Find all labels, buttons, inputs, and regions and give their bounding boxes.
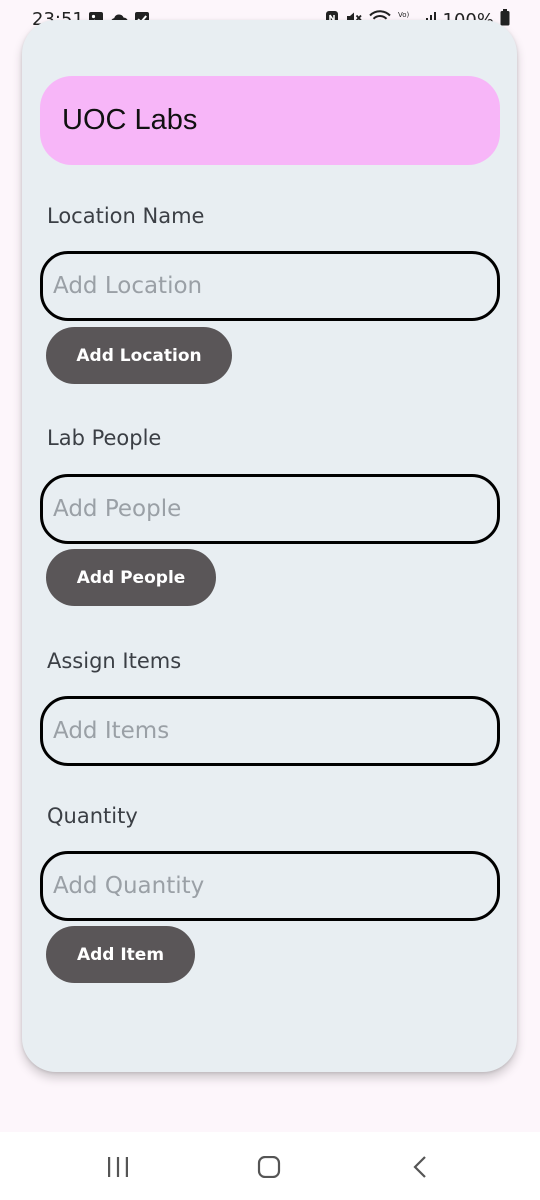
home-icon[interactable] <box>257 1155 281 1182</box>
add-people-button[interactable]: Add People <box>46 549 216 606</box>
navigation-bar <box>0 1132 540 1200</box>
quantity-label: Quantity <box>47 804 138 828</box>
add-item-button[interactable]: Add Item <box>46 926 195 983</box>
header-banner: UOC Labs <box>40 76 500 165</box>
recent-apps-icon[interactable] <box>106 1156 130 1182</box>
location-name-label: Location Name <box>47 204 205 228</box>
back-icon[interactable] <box>410 1156 430 1182</box>
svg-text:Vo): Vo) <box>398 11 410 19</box>
lab-people-label: Lab People <box>47 426 162 450</box>
assign-items-label: Assign Items <box>47 649 182 673</box>
people-input[interactable] <box>40 474 500 544</box>
quantity-input[interactable] <box>40 851 500 921</box>
page-title: UOC Labs <box>62 104 198 136</box>
add-location-button[interactable]: Add Location <box>46 327 232 384</box>
items-input[interactable] <box>40 696 500 766</box>
location-input[interactable] <box>40 251 500 321</box>
